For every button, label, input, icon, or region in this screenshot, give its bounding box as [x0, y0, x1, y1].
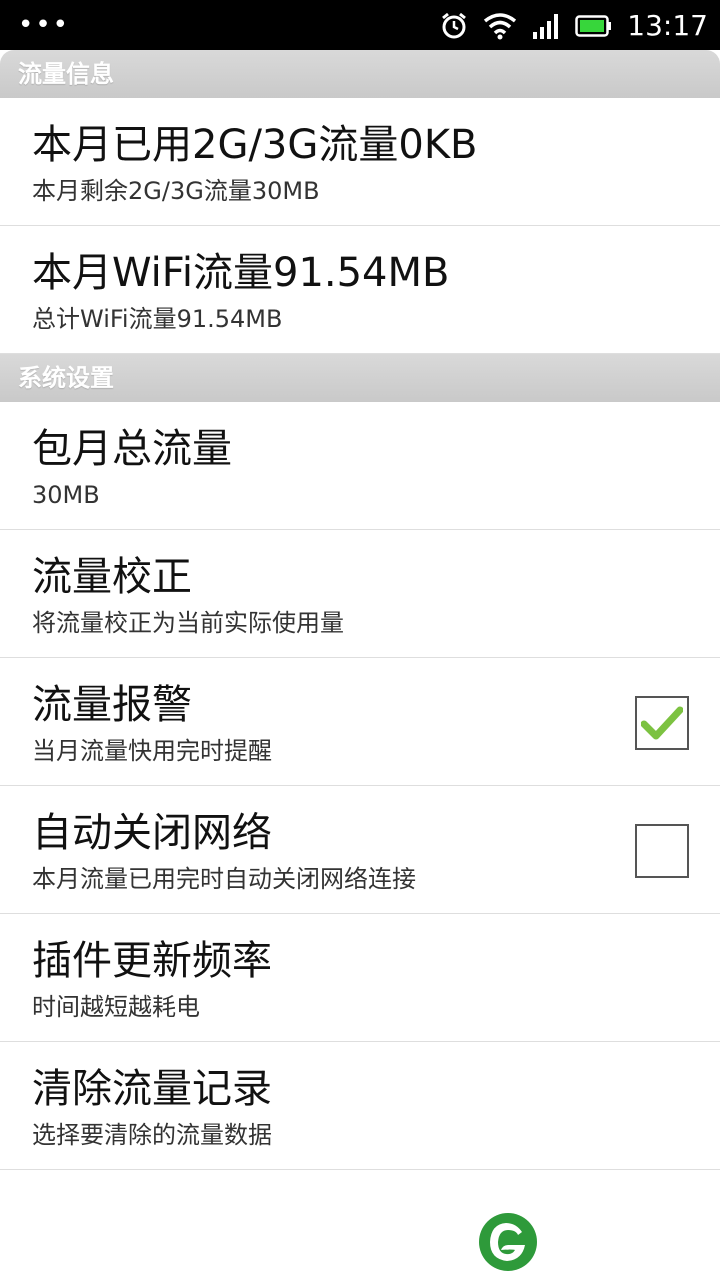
- list-item-subtitle: 本月流量已用完时自动关闭网络连接: [32, 865, 416, 893]
- list-item-subtitle: 总计WiFi流量91.54MB: [32, 305, 283, 333]
- list-item-wifi-usage[interactable]: 本月WiFi流量91.54MB 总计WiFi流量91.54MB: [0, 226, 720, 354]
- status-bar: ••• 13:17: [0, 0, 720, 50]
- section-header-traffic-info: 流量信息: [0, 50, 720, 98]
- list-item-traffic-calibration[interactable]: 流量校正 将流量校正为当前实际使用量: [0, 530, 720, 658]
- battery-icon: [575, 15, 612, 37]
- traffic-alarm-checkbox[interactable]: [635, 696, 689, 750]
- list-item-mobile-usage[interactable]: 本月已用2G/3G流量0KB 本月剩余2G/3G流量30MB: [0, 98, 720, 226]
- list-item-widget-update-frequency[interactable]: 插件更新频率 时间越短越耗电: [0, 914, 720, 1042]
- settings-panel: 流量信息 本月已用2G/3G流量0KB 本月剩余2G/3G流量30MB 本月Wi…: [0, 50, 720, 1280]
- alarm-icon: [442, 12, 467, 39]
- list-item-traffic-alarm[interactable]: 流量报警 当月流量快用完时提醒: [0, 658, 720, 786]
- list-item-subtitle: 本月剩余2G/3G流量30MB: [32, 177, 320, 205]
- auto-disconnect-checkbox[interactable]: [635, 824, 689, 878]
- status-time: 13:17: [627, 9, 708, 42]
- list-item-subtitle: 选择要清除的流量数据: [32, 1121, 272, 1149]
- checkmark-icon: [641, 706, 683, 740]
- list-item-title: 流量报警: [32, 682, 192, 728]
- list-item-auto-disconnect[interactable]: 自动关闭网络 本月流量已用完时自动关闭网络连接: [0, 786, 720, 914]
- list-item-clear-records[interactable]: 清除流量记录 选择要清除的流量数据: [0, 1042, 720, 1170]
- section-header-system-settings: 系统设置: [0, 354, 720, 402]
- wifi-icon: [484, 13, 517, 40]
- list-item-subtitle: 将流量校正为当前实际使用量: [32, 609, 344, 637]
- list-item-title: 清除流量记录: [32, 1066, 272, 1112]
- notification-dots: •••: [18, 10, 71, 40]
- list-item-title: 本月WiFi流量91.54MB: [32, 250, 450, 296]
- list-item-title: 自动关闭网络: [32, 810, 272, 856]
- status-icons: 13:17: [439, 8, 708, 44]
- signal-icon: [533, 14, 559, 39]
- footer-bar: [0, 1181, 720, 1280]
- list-item-monthly-quota[interactable]: 包月总流量 30MB: [0, 402, 720, 530]
- list-item-title: 本月已用2G/3G流量0KB: [32, 122, 478, 168]
- list-item-subtitle: 30MB: [32, 481, 100, 509]
- list-item-subtitle: 时间越短越耗电: [32, 993, 200, 1021]
- list-item-subtitle: 当月流量快用完时提醒: [32, 737, 272, 765]
- list-item-title: 流量校正: [32, 554, 192, 600]
- list-item-title: 插件更新频率: [32, 938, 272, 984]
- list-item-title: 包月总流量: [32, 426, 232, 472]
- app-logo-icon: [479, 1213, 537, 1271]
